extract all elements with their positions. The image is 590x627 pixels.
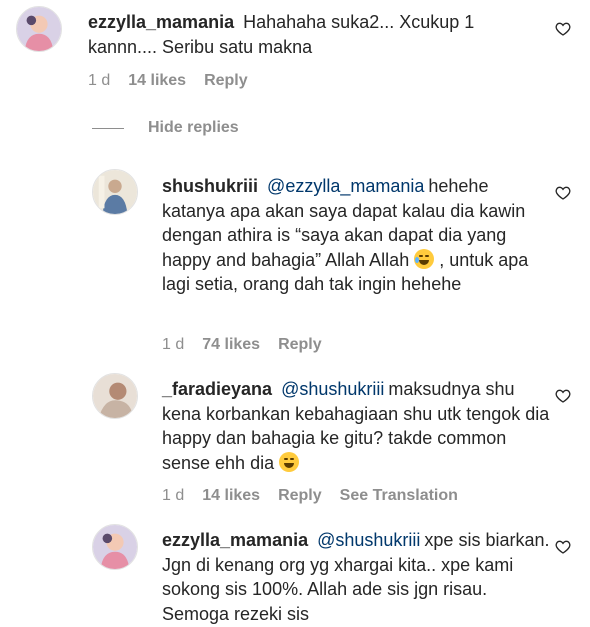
comment-likes[interactable]: 74 likes: [202, 336, 260, 353]
comment-likes[interactable]: 14 likes: [128, 72, 186, 89]
comment-username[interactable]: ezzylla_mamania: [88, 12, 234, 32]
hide-replies-toggle[interactable]: Hide replies: [92, 119, 239, 137]
comment-meta: 1 d 14 likes Reply See Translation: [162, 487, 476, 505]
reply-button[interactable]: Reply: [278, 336, 322, 353]
comment-meta: 1 d 74 likes Reply: [162, 336, 340, 354]
comment-meta: 1 d 14 likes Reply: [88, 72, 266, 90]
reply-button[interactable]: Reply: [278, 487, 322, 504]
comment-username[interactable]: _faradieyana: [162, 379, 272, 399]
grinning-sweat-emoji-icon: [279, 451, 300, 472]
avatar[interactable]: [92, 373, 138, 419]
comment-time: 1 d: [162, 336, 185, 353]
see-translation-button[interactable]: See Translation: [340, 487, 458, 504]
avatar[interactable]: [16, 6, 62, 52]
avatar[interactable]: [92, 169, 138, 215]
comment-time: 1 d: [162, 487, 185, 504]
comment-mention-link[interactable]: @ezzylla_mamania: [267, 176, 424, 196]
avatar[interactable]: [92, 524, 138, 570]
comment-username[interactable]: ezzylla_mamania: [162, 530, 308, 550]
laughing-tears-emoji-icon: [414, 248, 435, 269]
like-heart-icon[interactable]: [555, 21, 571, 37]
like-heart-icon[interactable]: [555, 185, 571, 201]
comment-likes[interactable]: 14 likes: [202, 487, 260, 504]
reply-button[interactable]: Reply: [204, 72, 248, 89]
comment-username[interactable]: shushukriii: [162, 176, 258, 196]
comment-mention-link[interactable]: @shushukriii: [281, 379, 384, 399]
like-heart-icon[interactable]: [555, 388, 571, 404]
hide-replies-label[interactable]: Hide replies: [148, 119, 239, 137]
comment-time: 1 d: [88, 72, 111, 89]
like-heart-icon[interactable]: [555, 539, 571, 555]
comment-mention-link[interactable]: @shushukriii: [317, 530, 420, 550]
replies-divider: [92, 127, 124, 129]
